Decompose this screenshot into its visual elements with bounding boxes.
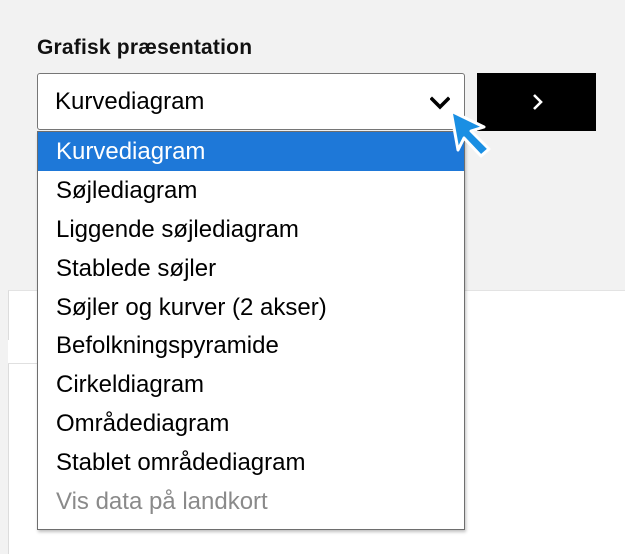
- chevron-down-icon: [430, 96, 450, 110]
- option-stablede-sojler[interactable]: Stablede søjler: [38, 249, 464, 288]
- option-kurvediagram[interactable]: Kurvediagram: [38, 132, 464, 171]
- select-value: Kurvediagram: [55, 87, 205, 115]
- option-stablet-omradediagram[interactable]: Stablet områdediagram: [38, 443, 464, 482]
- option-sojler-og-kurver[interactable]: Søjler og kurver (2 akser): [38, 288, 464, 327]
- option-vis-data-pa-landkort: Vis data på landkort: [56, 488, 268, 516]
- option-befolkningspyramide[interactable]: Befolkningspyramide: [38, 326, 464, 365]
- section-heading: Grafisk præsentation: [37, 36, 253, 59]
- chevron-right-icon: [532, 94, 543, 110]
- option-omradediagram[interactable]: Områdediagram: [38, 404, 464, 443]
- option-sojlediagram[interactable]: Søjlediagram: [38, 171, 464, 210]
- chart-type-select[interactable]: Kurvediagram: [37, 73, 465, 130]
- option-liggende-sojlediagram[interactable]: Liggende søjlediagram: [38, 210, 464, 249]
- chart-type-dropdown-list: Kurvediagram Søjlediagram Liggende søjle…: [37, 131, 465, 530]
- option-cirkeldiagram[interactable]: Cirkeldiagram: [38, 365, 464, 404]
- pointer-arrow-icon: [449, 109, 491, 158]
- content-notch: [8, 340, 38, 364]
